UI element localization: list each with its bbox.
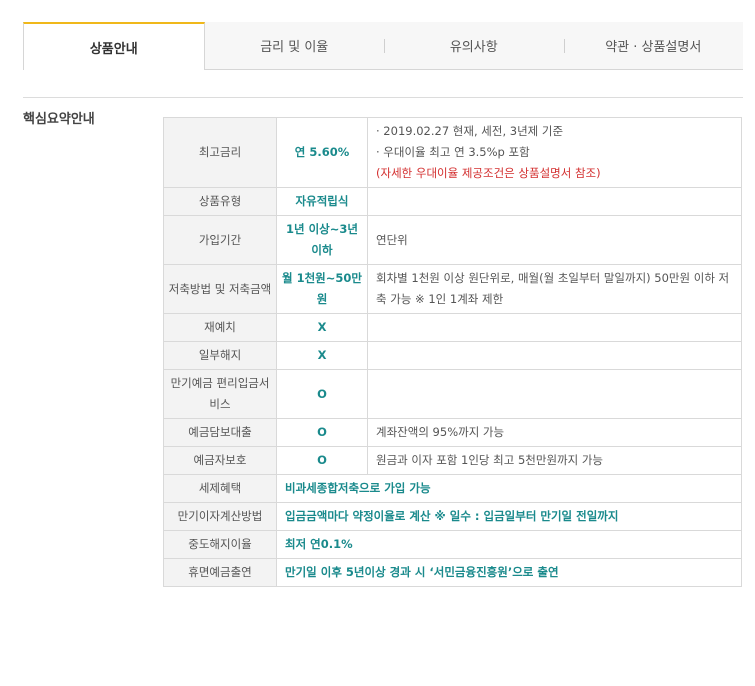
row-value: 월 1천원~50만원 [276, 264, 368, 314]
tab-rates[interactable]: 금리 및 이율 [205, 22, 385, 69]
summary-table: 최고금리 연 5.60% · 2019.02.27 현재, 세전, 3년제 기준… [163, 117, 742, 587]
row-label: 저축방법 및 저축금액 [163, 264, 277, 314]
divider [23, 97, 743, 98]
tab-terms[interactable]: 약관 · 상품설명서 [563, 22, 744, 69]
row-desc [367, 313, 742, 342]
row-value: X [276, 313, 368, 342]
row-label: 재예치 [163, 313, 277, 342]
row-value: O [276, 418, 368, 447]
table-row: 예금자보호 O 원금과 이자 포함 1인당 최고 5천만원까지 가능 [163, 446, 742, 475]
row-label: 예금자보호 [163, 446, 277, 475]
row-desc [367, 187, 742, 216]
row-desc: · 2019.02.27 현재, 세전, 3년제 기준 · 우대이율 최고 연 … [367, 117, 742, 188]
row-value: 연 5.60% [276, 117, 368, 188]
row-value: 1년 이상~3년 이하 [276, 215, 368, 265]
row-desc: 연단위 [367, 215, 742, 265]
tab-bar: 상품안내 금리 및 이율 유의사항 약관 · 상품설명서 [23, 22, 743, 70]
row-value: 입금금액마다 약정이율로 계산 ※ 일수 : 입금일부터 만기일 전일까지 [276, 502, 742, 531]
row-desc [367, 341, 742, 370]
table-row: 저축방법 및 저축금액 월 1천원~50만원 회차별 1천원 이상 원단위로, … [163, 264, 742, 314]
table-row: 재예치 X [163, 313, 742, 342]
table-row: 만기이자계산방법 입금금액마다 약정이율로 계산 ※ 일수 : 입금일부터 만기… [163, 502, 742, 531]
row-value: 비과세종합저축으로 가입 가능 [276, 474, 742, 503]
row-label: 예금담보대출 [163, 418, 277, 447]
row-desc: 회차별 1천원 이상 원단위로, 매월(월 초일부터 말일까지) 50만원 이하… [367, 264, 742, 314]
row-label: 상품유형 [163, 187, 277, 216]
row-label: 휴면예금출연 [163, 558, 277, 587]
row-value: 최저 연0.1% [276, 530, 742, 559]
row-value: X [276, 341, 368, 370]
table-row: 중도해지이율 최저 연0.1% [163, 530, 742, 559]
section-title: 핵심요약안내 [23, 112, 95, 127]
row-label: 가입기간 [163, 215, 277, 265]
table-row: 가입기간 1년 이상~3년 이하 연단위 [163, 215, 742, 265]
note-red-line: (자세한 우대이율 제공조건은 상품설명서 참조) [376, 166, 601, 180]
row-label: 만기예금 편리입금서비스 [163, 369, 277, 419]
row-desc [367, 369, 742, 419]
table-row: 만기예금 편리입금서비스 O [163, 369, 742, 419]
table-row: 일부해지 X [163, 341, 742, 370]
note-line: · 2019.02.27 현재, 세전, 3년제 기준 [376, 124, 564, 138]
row-value: O [276, 446, 368, 475]
row-label: 중도해지이율 [163, 530, 277, 559]
table-row: 예금담보대출 O 계좌잔액의 95%까지 가능 [163, 418, 742, 447]
row-desc: 계좌잔액의 95%까지 가능 [367, 418, 742, 447]
tab-notices[interactable]: 유의사항 [384, 22, 564, 69]
table-row: 휴면예금출연 만기일 이후 5년이상 경과 시 ‘서민금융진흥원’으로 출연 [163, 558, 742, 587]
row-value: 자유적립식 [276, 187, 368, 216]
table-row: 최고금리 연 5.60% · 2019.02.27 현재, 세전, 3년제 기준… [163, 117, 742, 188]
row-value: 만기일 이후 5년이상 경과 시 ‘서민금융진흥원’으로 출연 [276, 558, 742, 587]
row-label: 최고금리 [163, 117, 277, 188]
row-label: 만기이자계산방법 [163, 502, 277, 531]
table-row: 상품유형 자유적립식 [163, 187, 742, 216]
tab-product-info[interactable]: 상품안내 [23, 22, 205, 70]
table-row: 세제혜택 비과세종합저축으로 가입 가능 [163, 474, 742, 503]
row-label: 세제혜택 [163, 474, 277, 503]
note-line: · 우대이율 최고 연 3.5%p 포함 [376, 145, 530, 159]
row-label: 일부해지 [163, 341, 277, 370]
row-value: O [276, 369, 368, 419]
row-desc: 원금과 이자 포함 1인당 최고 5천만원까지 가능 [367, 446, 742, 475]
